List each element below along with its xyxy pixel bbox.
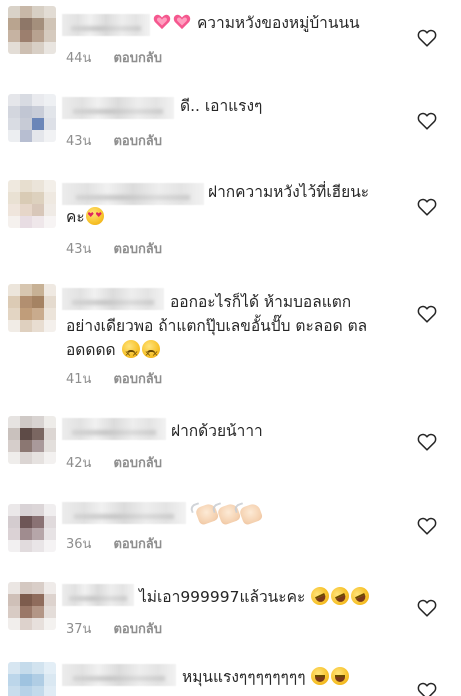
avatar[interactable] [8,504,56,552]
comment-body-line1: ฝากความหวังไว้ที่เฮียนะ [208,183,370,201]
rolling-laughing-icon [308,584,333,608]
comment-body-line2: คะ [66,208,85,226]
like-button[interactable] [416,597,438,619]
like-button[interactable] [416,515,438,537]
comment-time: 37น [66,622,92,637]
comment-time: 43น [66,134,92,149]
comment-body: ไม่เอา999997แล้วนะคะ [139,588,306,606]
heart-outline-icon [417,433,437,451]
comment-meta: 42น ตอบกลับ [66,452,162,473]
username-blurred[interactable] [62,664,176,686]
growing-heart-icon [173,14,191,30]
like-button[interactable] [416,196,438,218]
reply-button[interactable]: ตอบกลับ [113,51,162,66]
username-blurred[interactable] [62,97,174,119]
avatar[interactable] [8,416,56,464]
comment-body: ดี.. เอาแรงๆ [180,97,263,115]
username-blurred[interactable] [62,502,186,524]
comment-meta: 43น ตอบกลับ [66,130,162,151]
avatar[interactable] [8,582,56,630]
like-button[interactable] [416,27,438,49]
persevering-face-icon [121,340,140,366]
comment-body: ฝากด้วยน้าาา [171,422,263,440]
comment-time: 43น [66,242,92,257]
comment-body-line1: ออกอะไรก็ได้ ห้ามบอลแตก [170,293,352,311]
avatar[interactable] [8,662,56,696]
comment-text: ไม่เอา999997แล้วนะคะ [139,584,373,610]
heart-outline-icon [417,517,437,535]
reply-button[interactable]: ตอบกลับ [113,537,162,552]
heart-outline-icon [417,198,437,216]
comment-meta: 44น ตอบกลับ [66,47,162,68]
reply-button[interactable]: ตอบกลับ [113,372,162,387]
comment-text: ความหวังของหมู่บ้านนน [152,11,360,36]
comment-body: หมุนแรงๆๆๆๆๆๆๆๆ [182,668,306,686]
comment-text: หมุนแรงๆๆๆๆๆๆๆๆ [182,665,350,690]
reply-button[interactable]: ตอบกลับ [113,456,162,471]
reply-button[interactable]: ตอบกลับ [113,242,162,257]
comment-text: คะ [66,205,105,230]
heart-eyes-icon [85,207,104,225]
like-button[interactable] [416,110,438,132]
rolling-laughing-icon [328,584,353,608]
username-blurred[interactable] [62,14,150,36]
comment-text: ดี.. เอาแรงๆ [180,94,262,119]
comment-body: ความหวังของหมู่บ้านนน [196,14,360,32]
comment-text: ฝากความหวังไว้ที่เฮียนะ [208,180,369,205]
comment-text [194,502,264,528]
rolling-laughing-icon [348,584,373,608]
avatar[interactable] [8,284,56,332]
avatar[interactable] [8,180,56,228]
reply-button[interactable]: ตอบกลับ [113,622,162,637]
username-blurred[interactable] [62,288,164,310]
growing-heart-icon [153,14,171,30]
comment-meta: 43น ตอบกลับ [66,238,162,259]
comment-time: 36น [66,537,92,552]
comment-time: 42น [66,456,92,471]
like-button[interactable] [416,680,438,696]
comment-time: 41น [66,372,92,387]
like-button[interactable] [416,431,438,453]
comment-text: ออกอะไรก็ได้ ห้ามบอลแตก [170,290,351,315]
avatar[interactable] [8,6,56,54]
comment-time: 44น [66,51,92,66]
comment-meta: 41น ตอบกลับ [66,368,162,389]
comment-text: อดดดด [66,338,161,366]
comment-body-line2: อย่างเดียวพอ ถ้าแตกปุ๊บเลขอั้นปั๊บ ตะลอด… [66,317,368,335]
heart-outline-icon [417,112,437,130]
comment-text: อย่างเดียวพอ ถ้าแตกปุ๊บเลขอั้นปั๊บ ตะลอด… [66,314,367,339]
comment-meta: 36น ตอบกลับ [66,533,162,554]
heart-outline-icon [417,682,437,696]
comment-text: ฝากด้วยน้าาา [171,419,263,444]
heart-outline-icon [417,29,437,47]
avatar[interactable] [8,94,56,142]
tears-of-joy-icon [331,667,350,685]
like-button[interactable] [416,303,438,325]
persevering-face-icon [141,340,160,366]
username-blurred[interactable] [62,183,204,205]
reply-button[interactable]: ตอบกลับ [113,134,162,149]
comment-meta: 37น ตอบกลับ [66,618,162,639]
heart-outline-icon [417,305,437,323]
clapping-hands-icon [238,502,264,526]
username-blurred[interactable] [62,418,166,440]
tears-of-joy-icon [311,667,330,685]
comment-body-line3: อดดดด [66,341,116,359]
heart-outline-icon [417,599,437,617]
username-blurred[interactable] [62,584,134,606]
